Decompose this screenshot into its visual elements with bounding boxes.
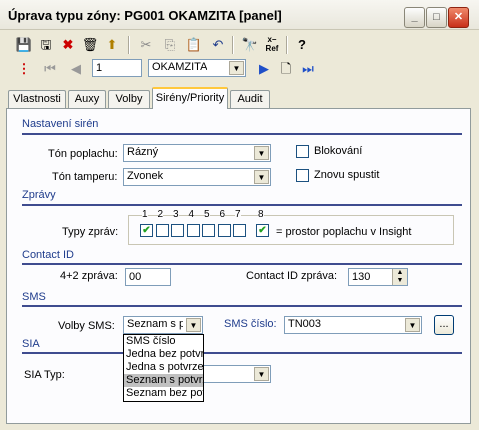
tamper-tone-value: Zvonek: [127, 170, 164, 182]
copy-icon[interactable]: ⎘: [160, 35, 180, 55]
message-number-label: 4: [188, 209, 195, 220]
title-bar[interactable]: Úprava typu zóny: PG001 OKAMZITA [panel]…: [0, 0, 479, 30]
save-icon[interactable]: 💾: [14, 35, 34, 55]
previous-record-icon[interactable]: ◀: [66, 59, 86, 79]
blocking-checkbox[interactable]: [296, 145, 309, 158]
grip-icon: ⋮: [17, 61, 31, 76]
message-type-checkbox[interactable]: [155, 224, 169, 237]
window-title: Úprava typu zóny: PG001 OKAMZITA [panel]: [8, 8, 282, 23]
dropdown-option[interactable]: Seznam bez pot: [124, 387, 203, 400]
section-title-sia: SIA: [22, 338, 40, 350]
section-divider: [22, 263, 462, 265]
message-number-label: 1: [142, 209, 148, 220]
section-title-sms: SMS: [22, 291, 46, 303]
sms-options-select[interactable]: Seznam s p ▼: [123, 316, 203, 334]
message-type-checkbox[interactable]: [217, 224, 231, 237]
tab-sireny-priority[interactable]: Sirény/Priority: [152, 87, 228, 109]
insight-label: = prostor poplachu v Insight: [276, 226, 412, 238]
delete-icon[interactable]: ✖: [58, 35, 78, 55]
contact-id-spinner[interactable]: ▲ ▼: [392, 269, 407, 285]
section-divider: [22, 204, 462, 206]
save-as-icon[interactable]: 🖫: [36, 35, 56, 55]
tamper-tone-label: Tón tamperu:: [52, 171, 118, 183]
sms-options-label: Volby SMS:: [58, 320, 115, 332]
dropdown-option[interactable]: SMS číslo: [124, 335, 203, 348]
sms-browse-button[interactable]: ...: [434, 315, 454, 335]
alarm-tone-label: Tón poplachu:: [48, 148, 118, 160]
record-combo-value: OKAMZITA: [152, 61, 208, 73]
cross-ref-icon[interactable]: x– Ref: [262, 35, 282, 55]
message-type-checkbox[interactable]: [171, 224, 184, 237]
tab-audit[interactable]: Audit: [230, 90, 270, 108]
message-number-label: 7: [235, 209, 241, 220]
message-number-label: 3: [173, 209, 179, 220]
last-record-icon[interactable]: ⏭: [298, 59, 318, 79]
sms-number-label: SMS číslo:: [224, 318, 277, 330]
minimize-button[interactable]: _: [404, 7, 425, 28]
blocking-label: Blokování: [314, 145, 363, 157]
navigation-toolbar: ⋮ ⏮ ◀ 1 OKAMZITA ▼ ▶ 🗋 ⏭: [4, 56, 475, 82]
first-record-icon[interactable]: ⏮: [40, 59, 60, 79]
sms-options-value: Seznam s p: [127, 318, 183, 330]
message-number-label: 5: [204, 209, 210, 220]
main-toolbar: 💾 🖫 ✖ 🗑 ⬆ ✂ ⎘ 📋 ↶ 🔭 x– Ref ?: [4, 32, 475, 58]
new-record-icon[interactable]: 🗋: [276, 59, 296, 79]
section-title-contact-id: Contact ID: [22, 249, 74, 261]
tab-vlastnosti[interactable]: Vlastnosti: [8, 90, 66, 108]
message-type-checkbox[interactable]: [186, 224, 200, 237]
tab-auxy[interactable]: Auxy: [68, 90, 106, 108]
sia-type-label: SIA Typ:: [24, 369, 65, 381]
four-two-label: 4+2 zpráva:: [60, 270, 118, 282]
dropdown-option[interactable]: Seznam s potvrz: [124, 374, 203, 387]
message-type-checkbox[interactable]: ✔: [140, 224, 153, 237]
four-two-input[interactable]: 00: [125, 268, 171, 286]
chevron-down-icon[interactable]: ▼: [186, 318, 201, 332]
paste-icon[interactable]: 📋: [184, 35, 204, 55]
sms-number-value: TN003: [288, 318, 322, 330]
restart-label: Znovu spustit: [314, 169, 380, 181]
message-number-label: 2: [157, 209, 164, 220]
trash-icon[interactable]: 🗑: [80, 35, 100, 55]
message-type-checkbox[interactable]: [202, 224, 215, 237]
cut-icon[interactable]: ✂: [136, 35, 156, 55]
next-record-icon[interactable]: ▶: [254, 59, 274, 79]
tab-volby[interactable]: Volby: [108, 90, 150, 108]
undo-icon[interactable]: ↶: [208, 35, 228, 55]
maximize-button[interactable]: □: [426, 7, 447, 28]
section-divider: [22, 133, 462, 135]
chevron-down-icon[interactable]: ▼: [254, 170, 269, 184]
chevron-down-icon[interactable]: ▼: [405, 318, 420, 332]
find-icon[interactable]: 🔭: [240, 35, 260, 55]
record-number-input[interactable]: 1: [92, 59, 142, 77]
alarm-tone-select[interactable]: Rázný ▼: [123, 144, 271, 162]
up-icon[interactable]: ⬆: [102, 35, 122, 55]
message-types-label: Typy zpráv:: [62, 226, 119, 238]
sms-number-select[interactable]: TN003 ▼: [284, 316, 422, 334]
message-number-label: 6: [219, 209, 226, 220]
section-divider: [22, 352, 462, 354]
message-type-checkbox[interactable]: [233, 224, 246, 237]
close-button[interactable]: ✕: [448, 7, 469, 28]
chevron-down-icon[interactable]: ▼: [229, 61, 244, 75]
message-number-label: 8: [258, 209, 264, 220]
dropdown-option[interactable]: Jedna bez potvr: [124, 348, 203, 361]
message-type-checkbox[interactable]: ✔: [256, 224, 269, 237]
section-divider: [22, 305, 462, 307]
contact-id-label: Contact ID zpráva:: [246, 270, 338, 282]
restart-checkbox[interactable]: [296, 169, 309, 182]
dropdown-option[interactable]: Jedna s potvrzen: [124, 361, 203, 374]
tamper-tone-select[interactable]: Zvonek ▼: [123, 168, 271, 186]
section-title-messages: Zprávy: [22, 189, 56, 201]
record-combo[interactable]: OKAMZITA ▼: [148, 59, 246, 77]
chevron-down-icon[interactable]: ▼: [254, 367, 269, 381]
help-icon[interactable]: ?: [292, 35, 312, 55]
section-title-sirens: Nastavení sirén: [22, 118, 99, 130]
sms-options-dropdown-list[interactable]: SMS číslo Jedna bez potvr Jedna s potvrzen…: [123, 334, 204, 402]
chevron-down-icon[interactable]: ▼: [254, 146, 269, 160]
alarm-tone-value: Rázný: [127, 146, 159, 158]
